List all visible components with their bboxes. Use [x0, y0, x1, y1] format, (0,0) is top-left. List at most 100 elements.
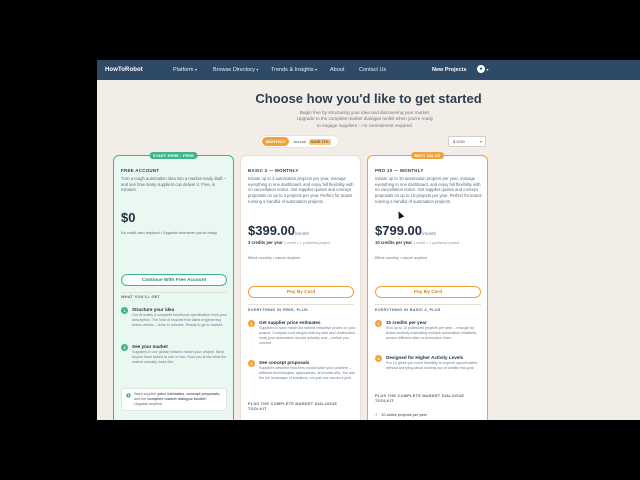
- info-icon: [126, 393, 131, 398]
- plan-card-free: START HERE · FREE FREE ACCOUNT Turn a ro…: [113, 152, 234, 420]
- nav-platform-label: Platform: [173, 67, 194, 73]
- feature-description: Suppliers in your match list submit indi…: [259, 326, 356, 345]
- plan-name: PRO 10 — MONTHLY: [375, 168, 424, 173]
- plan-description: Initiate up to 10 automation projects pe…: [375, 176, 482, 204]
- price-amount: $799.00: [375, 223, 422, 238]
- credits-count: 10 credits per year: [375, 240, 413, 245]
- nav-platform[interactable]: Platform ▾: [173, 67, 197, 73]
- feature-description: Suppliers in our global network match yo…: [132, 350, 227, 364]
- currency-select[interactable]: $ USD ▾: [448, 136, 486, 147]
- credits-count: 3 credits per year: [248, 240, 283, 245]
- feature-title: Get supplier price estimates: [259, 320, 321, 325]
- step-number: 2: [121, 344, 128, 351]
- plan-name: FREE ACCOUNT: [121, 168, 160, 173]
- feature-title: See concept proposals: [259, 360, 310, 365]
- section-label: WHAT YOU'LL GET: [121, 295, 161, 299]
- chevron-down-icon: ▾: [315, 67, 318, 72]
- step-number: 1: [248, 320, 255, 327]
- nav-browse-directory[interactable]: Browse Directory ▾: [213, 67, 258, 73]
- callout-text: Want supplier price estimates, concept p…: [134, 392, 222, 407]
- screen: HowToRobot Platform ▾ Browse Directory ▾ T…: [0, 0, 640, 480]
- price-amount: $399.00: [248, 223, 295, 238]
- feature-item: 2 See your market Suppliers in our globa…: [121, 344, 229, 365]
- plan-description: Initiate up to 3 automation projects per…: [248, 176, 354, 204]
- divider: [375, 304, 481, 305]
- plan-credits: 3 credits per year 1 credit = 1 publishe…: [248, 240, 330, 245]
- plan-price: $799.00/month: [375, 223, 436, 238]
- plan-card-basic-3: BASIC 3 — MONTHLY Initiate up to 3 autom…: [240, 155, 361, 420]
- feature-item: 2 Designed for Higher Activity Levels Pr…: [375, 355, 483, 371]
- callout-bold: concept proposals: [186, 392, 220, 396]
- billing-note: Billed monthly • cancel anytime: [375, 256, 428, 260]
- chevron-down-icon: ▾: [486, 66, 489, 72]
- price-period: /month: [295, 231, 310, 236]
- section-label: EVERYTHING IN FREE, PLUS: [248, 308, 309, 312]
- new-projects-link[interactable]: New Projects: [432, 67, 467, 73]
- upgrade-callout: Want supplier price estimates, concept p…: [121, 388, 227, 411]
- callout-bold: price estimates: [157, 392, 185, 396]
- page-subtitle: Begin free by structuring your idea and …: [296, 110, 434, 128]
- section-label: EVERYTHING IN BASIC 3, PLUS: [375, 308, 441, 312]
- plan-price: $399.00/month: [248, 223, 309, 238]
- credits-note: 1 credit = 1 published project: [283, 241, 330, 245]
- feature-item: 1 10 credits per year Run up to 10 publi…: [375, 320, 483, 341]
- feature-title: Designed for Higher Activity Levels: [386, 355, 464, 360]
- currency-value: $ USD: [453, 139, 465, 144]
- feature-description: Our AI builds a complete functional spec…: [132, 313, 227, 327]
- credits-note: 1 credit = 1 published project: [413, 241, 460, 245]
- callout-bold: complete market dialogue toolkit: [147, 397, 205, 401]
- chevron-down-icon: ▾: [256, 67, 259, 72]
- toggle-monthly[interactable]: MONTHLY: [262, 137, 290, 146]
- step-number: 1: [121, 307, 128, 314]
- user-menu[interactable]: ● ▾: [477, 65, 489, 73]
- toolkit-item-label: 10 active projects per year: [381, 412, 427, 417]
- divider: [248, 304, 354, 305]
- toggle-annual[interactable]: Annual: [293, 139, 305, 144]
- plan-description: Turn a rough automation idea into a mark…: [121, 176, 227, 193]
- price-period: /month: [422, 231, 437, 236]
- nav-browse-label: Browse Directory: [213, 67, 255, 73]
- feature-description: Suppliers describe how they would solve …: [259, 366, 356, 380]
- plan-credits: 10 credits per year 1 credit = 1 publish…: [375, 240, 459, 245]
- top-navbar: HowToRobot Platform ▾ Browse Directory ▾ T…: [97, 60, 640, 80]
- check-icon: ✓: [375, 412, 379, 417]
- plan-price: $0: [121, 210, 136, 225]
- plan-badge: BEST VALUE: [410, 152, 445, 159]
- feature-item: 1 Get supplier price estimates Suppliers…: [248, 320, 356, 346]
- plan-note: No credit card required • Upgrade whenev…: [121, 231, 217, 235]
- feature-title: 10 credits per year: [386, 320, 427, 325]
- step-number: 2: [375, 355, 382, 362]
- billing-period-toggle[interactable]: MONTHLY Annual SAVE 17%: [260, 136, 338, 147]
- pay-by-card-button[interactable]: Pay By Card: [375, 286, 481, 298]
- chevron-down-icon: ▾: [194, 67, 197, 72]
- feature-title: See your market: [132, 344, 168, 349]
- billing-note: Billed monthly • cancel anytime: [248, 256, 301, 260]
- nav-trends-insights[interactable]: Trends & Insights ▾: [271, 67, 317, 73]
- feature-description: Pro 10 gives you more flexibility to exp…: [386, 361, 478, 370]
- toolkit-label: PLUS THE COMPLETE MARKET DIALOGUE TOOLKI…: [375, 394, 465, 404]
- pay-by-card-button[interactable]: Pay By Card: [248, 286, 354, 298]
- page-title: Choose how you'd like to get started: [255, 91, 482, 106]
- toolkit-label: PLUS THE COMPLETE MARKET DIALOGUE TOOLKI…: [248, 402, 338, 412]
- feature-title: Structure your idea: [132, 307, 175, 312]
- toolkit-item: ✓ 10 active projects per year: [375, 412, 427, 417]
- divider: [121, 292, 227, 293]
- plan-card-pro-10: BEST VALUE PRO 10 — MONTHLY Initiate up …: [367, 152, 488, 420]
- chevron-down-icon: ▾: [479, 139, 482, 144]
- plan-badge: START HERE · FREE: [149, 152, 198, 159]
- brand-logo[interactable]: HowToRobot: [105, 67, 143, 73]
- plan-name: BASIC 3 — MONTHLY: [248, 168, 299, 173]
- step-number: 2: [248, 360, 255, 367]
- feature-item: 2 See concept proposals Suppliers descri…: [248, 360, 356, 381]
- save-badge: SAVE 17%: [308, 138, 331, 145]
- step-number: 1: [375, 320, 382, 327]
- user-avatar-icon: ●: [477, 65, 485, 73]
- pricing-page: HowToRobot Platform ▾ Browse Directory ▾ T…: [97, 60, 640, 420]
- callout-pre: Want supplier: [134, 392, 158, 396]
- nav-about[interactable]: About: [330, 67, 344, 73]
- feature-item: 1 Structure your idea Our AI builds a co…: [121, 307, 229, 328]
- continue-free-button[interactable]: Continue With Free Account: [121, 274, 227, 286]
- nav-trends-label: Trends & Insights: [271, 67, 314, 73]
- nav-contact-us[interactable]: Contact Us: [359, 67, 386, 73]
- feature-description: Run up to 10 published projects per year…: [386, 326, 477, 340]
